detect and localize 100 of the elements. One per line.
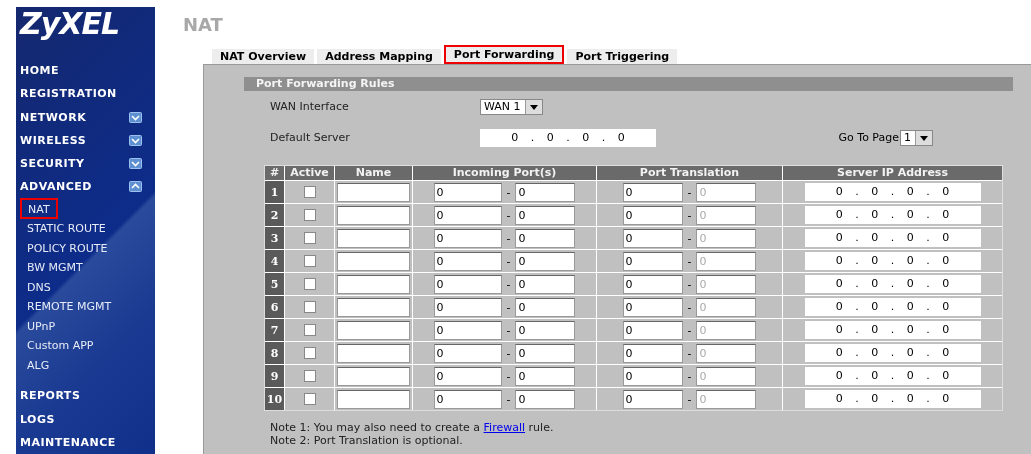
nav-subitem[interactable]: UPnP <box>27 316 56 337</box>
collapse-icon[interactable] <box>129 181 142 193</box>
row-number: 1 <box>265 181 284 203</box>
nav-subitem[interactable]: ALG <box>27 355 50 376</box>
port-field[interactable]: 0 <box>433 182 502 202</box>
nav-subitem[interactable]: Custom APP <box>27 336 94 356</box>
column-header: Active <box>285 166 334 180</box>
port-field[interactable]: 0 <box>433 228 502 248</box>
nav-subitem[interactable]: STATIC ROUTE <box>27 219 106 239</box>
ip-field[interactable]: 0 . 0 . 0 . 0 <box>804 367 981 385</box>
port-field[interactable]: 0 <box>433 297 502 317</box>
dropdown-caret-icon[interactable] <box>915 130 932 145</box>
port-field[interactable]: 0 <box>622 182 683 202</box>
port-field[interactable]: 0 <box>622 274 683 294</box>
port-field[interactable]: 0 <box>433 320 502 340</box>
port-field[interactable]: 0 <box>622 343 683 363</box>
nav-item[interactable]: REGISTRATION <box>20 82 142 106</box>
name-field[interactable] <box>337 389 410 409</box>
active-checkbox[interactable] <box>303 209 316 221</box>
port-field[interactable]: 0 <box>515 343 576 363</box>
dropdown-caret-icon[interactable] <box>524 99 542 114</box>
expand-icon[interactable] <box>129 134 142 146</box>
name-field[interactable] <box>337 343 410 363</box>
firewall-link[interactable]: Firewall <box>483 421 526 434</box>
port-field[interactable]: 0 <box>515 228 576 248</box>
port-field[interactable]: 0 <box>515 182 576 202</box>
nav-subitem[interactable]: POLICY ROUTE <box>27 238 108 259</box>
ip-field[interactable]: 0 . 0 . 0 . 0 <box>804 390 981 408</box>
nav-item[interactable]: WIRELESS <box>20 128 142 152</box>
port-field[interactable]: 0 <box>622 297 683 317</box>
nav-subitem[interactable]: REMOTE MGMT <box>27 297 112 317</box>
port-field[interactable]: 0 <box>433 343 502 363</box>
active-checkbox[interactable] <box>303 278 316 290</box>
active-checkbox[interactable] <box>303 232 316 244</box>
name-field[interactable] <box>337 320 410 340</box>
expand-icon[interactable] <box>129 157 142 169</box>
ip-field[interactable]: 0 . 0 . 0 . 0 <box>804 252 981 270</box>
nav-subitem[interactable]: NAT <box>20 198 58 220</box>
tab[interactable]: NAT Overview <box>212 49 315 64</box>
nav-subitem[interactable]: DNS <box>27 277 51 298</box>
ip-field[interactable]: 0 . 0 . 0 . 0 <box>804 344 981 362</box>
tab[interactable]: Port Forwarding <box>443 45 565 64</box>
expand-icon[interactable] <box>129 111 142 123</box>
nav-item[interactable]: SECURITY <box>20 151 142 175</box>
page-select[interactable]: 1 <box>900 129 933 146</box>
ip-field[interactable]: 0 . 0 . 0 . 0 <box>804 183 981 201</box>
name-field[interactable] <box>337 205 410 225</box>
name-field[interactable] <box>337 251 410 271</box>
active-checkbox[interactable] <box>303 370 316 382</box>
name-field[interactable] <box>337 297 410 317</box>
wan-interface-select[interactable]: WAN 1 <box>480 98 543 115</box>
row-number: 7 <box>265 319 284 341</box>
port-field[interactable]: 0 <box>622 251 683 271</box>
port-field[interactable]: 0 <box>433 205 502 225</box>
ip-field[interactable]: 0 . 0 . 0 . 0 <box>804 298 981 316</box>
port-field[interactable]: 0 <box>515 389 576 409</box>
port-field[interactable]: 0 <box>622 205 683 225</box>
ip-field[interactable]: 0 . 0 . 0 . 0 <box>804 229 981 247</box>
row-number: 5 <box>265 273 284 295</box>
ip-field[interactable]: 0 . 0 . 0 . 0 <box>804 206 981 224</box>
port-field[interactable]: 0 <box>433 366 502 386</box>
active-checkbox[interactable] <box>303 324 316 336</box>
active-checkbox[interactable] <box>303 393 316 405</box>
port-field[interactable]: 0 <box>515 205 576 225</box>
active-checkbox[interactable] <box>303 255 316 267</box>
name-field[interactable] <box>337 274 410 294</box>
port-field[interactable]: 0 <box>515 366 576 386</box>
port-field[interactable]: 0 <box>515 251 576 271</box>
ip-field[interactable]: 0 . 0 . 0 . 0 <box>480 128 656 147</box>
ip-field[interactable]: 0 . 0 . 0 . 0 <box>804 321 981 339</box>
tab[interactable]: Address Mapping <box>317 49 441 64</box>
active-checkbox[interactable] <box>303 186 316 198</box>
name-field[interactable] <box>337 228 410 248</box>
active-checkbox[interactable] <box>303 347 316 359</box>
name-field[interactable] <box>337 366 410 386</box>
port-field[interactable]: 0 <box>622 228 683 248</box>
nav-item[interactable]: NETWORK <box>20 105 142 129</box>
nav-subitem[interactable]: BW MGMT <box>27 258 83 278</box>
nav-item[interactable]: HOME <box>20 59 142 83</box>
port-field[interactable]: 0 <box>515 274 576 294</box>
nav-item[interactable]: ADVANCED <box>20 175 142 199</box>
port-field[interactable]: 0 <box>622 366 683 386</box>
name-field[interactable] <box>337 182 410 202</box>
range-dash: - <box>506 254 511 268</box>
ip-field[interactable]: 0 . 0 . 0 . 0 <box>804 275 981 293</box>
port-field[interactable]: 0 <box>433 389 502 409</box>
nav-item[interactable]: LOGS <box>20 407 142 431</box>
range-dash: - <box>687 231 692 245</box>
row-number: 4 <box>265 250 284 272</box>
port-field[interactable]: 0 <box>515 320 576 340</box>
port-field[interactable]: 0 <box>433 251 502 271</box>
active-checkbox[interactable] <box>303 301 316 313</box>
nav-item[interactable]: MAINTENANCE <box>20 430 142 454</box>
nav-item[interactable]: REPORTS <box>20 384 142 408</box>
port-field[interactable]: 0 <box>433 274 502 294</box>
port-field[interactable]: 0 <box>622 389 683 409</box>
tab[interactable]: Port Triggering <box>567 49 678 64</box>
range-dash: - <box>687 254 692 268</box>
port-field[interactable]: 0 <box>515 297 576 317</box>
port-field[interactable]: 0 <box>622 320 683 340</box>
